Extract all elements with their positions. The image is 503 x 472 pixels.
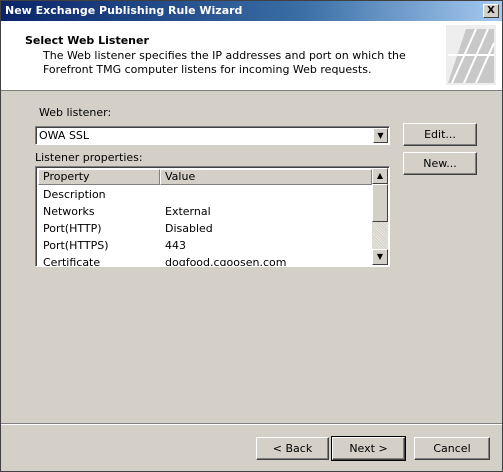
- cancel-button[interactable]: Cancel: [414, 437, 490, 460]
- window-title: New Exchange Publishing Rule Wizard: [5, 4, 243, 17]
- page-description: The Web listener specifies the IP addres…: [43, 49, 406, 76]
- property-value: dogfood.cgoosen.com: [165, 256, 287, 267]
- property-value: External: [165, 205, 211, 218]
- column-header-property[interactable]: Property: [38, 169, 160, 185]
- page-title: Select Web Listener: [25, 34, 149, 47]
- new-button[interactable]: New...: [403, 152, 477, 175]
- property-name: Port(HTTPS): [43, 239, 109, 252]
- list-item[interactable]: Networks External: [38, 203, 372, 220]
- list-item[interactable]: Certificate dogfood.cgoosen.com: [38, 254, 372, 267]
- close-icon: X: [487, 5, 495, 16]
- listener-properties-list[interactable]: Property Value Description Networks Exte…: [35, 166, 390, 267]
- scroll-thumb[interactable]: [372, 184, 388, 222]
- wizard-header: Select Web Listener The Web listener spe…: [1, 21, 502, 91]
- list-item[interactable]: Port(HTTPS) 443: [38, 237, 372, 254]
- property-value: 443: [165, 239, 186, 252]
- footer-divider: [1, 423, 502, 425]
- wizard-logo-icon: [446, 25, 496, 85]
- web-listener-select[interactable]: OWA SSL ▼: [35, 126, 390, 145]
- property-name: Certificate: [43, 256, 101, 267]
- dropdown-arrow-icon[interactable]: ▼: [373, 128, 388, 143]
- vertical-scrollbar[interactable]: ▲ ▼: [372, 168, 388, 265]
- listener-properties-label: Listener properties:: [35, 151, 143, 164]
- next-button[interactable]: Next >: [331, 436, 406, 461]
- web-listener-value: OWA SSL: [39, 129, 90, 142]
- web-listener-label: Web listener:: [39, 106, 112, 119]
- edit-button[interactable]: Edit...: [403, 123, 477, 146]
- scroll-down-icon[interactable]: ▼: [372, 249, 388, 265]
- property-name: Port(HTTP): [43, 222, 102, 235]
- list-header: Property Value: [38, 169, 372, 185]
- property-name: Networks: [43, 205, 95, 218]
- back-button[interactable]: < Back: [256, 437, 329, 460]
- title-bar[interactable]: New Exchange Publishing Rule Wizard X: [1, 1, 502, 21]
- list-item[interactable]: Description: [38, 186, 372, 203]
- scroll-up-icon[interactable]: ▲: [372, 168, 388, 184]
- wizard-window: New Exchange Publishing Rule Wizard X Se…: [0, 0, 503, 472]
- list-item[interactable]: Port(HTTP) Disabled: [38, 220, 372, 237]
- column-header-value[interactable]: Value: [160, 169, 372, 185]
- close-button[interactable]: X: [483, 4, 499, 18]
- property-value: Disabled: [165, 222, 213, 235]
- property-name: Description: [43, 188, 106, 201]
